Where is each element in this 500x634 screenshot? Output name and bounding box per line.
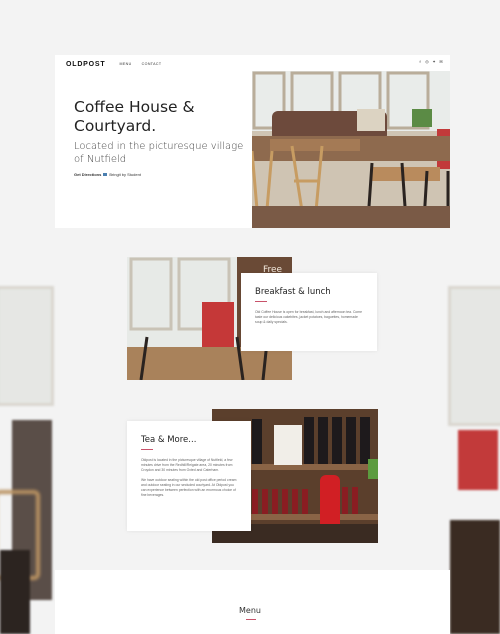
tea-text-2: We have outdoor seating within the old p… [141, 478, 237, 497]
social-links: f ◎ ✦ ✉ [418, 60, 443, 64]
breakfast-text: Old Coffee House is open for breakfast, … [255, 310, 362, 324]
directions-credit[interactable]: Bringit by Student [109, 172, 141, 177]
facebook-icon[interactable]: f [418, 60, 422, 64]
background-scene-left [0, 280, 56, 634]
twitter-icon[interactable]: ✦ [432, 60, 436, 64]
menu-divider [246, 619, 256, 620]
breakfast-card: Breakfast & lunch Old Coffee House is op… [241, 273, 377, 351]
nav-contact-link[interactable]: CONTACT [142, 62, 162, 66]
tea-divider [141, 449, 153, 450]
hero-title: Coffee House & Courtyard. [74, 98, 195, 135]
nav-menu-link[interactable]: MENU [119, 62, 131, 66]
breakfast-divider [255, 301, 267, 302]
nav-links: MENU CONTACT [119, 62, 161, 66]
menu-heading: Menu [239, 606, 261, 615]
logo[interactable]: OLDPOST [66, 61, 105, 68]
menu-section [55, 570, 450, 634]
hero-subtitle: Located in the picturesque village of Nu… [74, 141, 244, 165]
tea-text-1: Oldpost is located in the picturesque vi… [141, 458, 233, 472]
get-directions-link[interactable]: Get Directions [74, 172, 101, 177]
map-icon [103, 173, 108, 176]
instagram-icon[interactable]: ◎ [425, 60, 429, 64]
directions-row: Get Directions Bringit by Student [74, 172, 141, 177]
background-scene-right [444, 280, 500, 634]
top-navigation: OLDPOST MENU CONTACT [55, 55, 252, 73]
email-icon[interactable]: ✉ [439, 60, 443, 64]
tea-card: Tea & More... Oldpost is located in the … [127, 421, 251, 531]
hero-cafe-photo [252, 71, 450, 228]
breakfast-title: Breakfast & lunch [255, 287, 331, 297]
tea-title: Tea & More... [141, 435, 197, 445]
